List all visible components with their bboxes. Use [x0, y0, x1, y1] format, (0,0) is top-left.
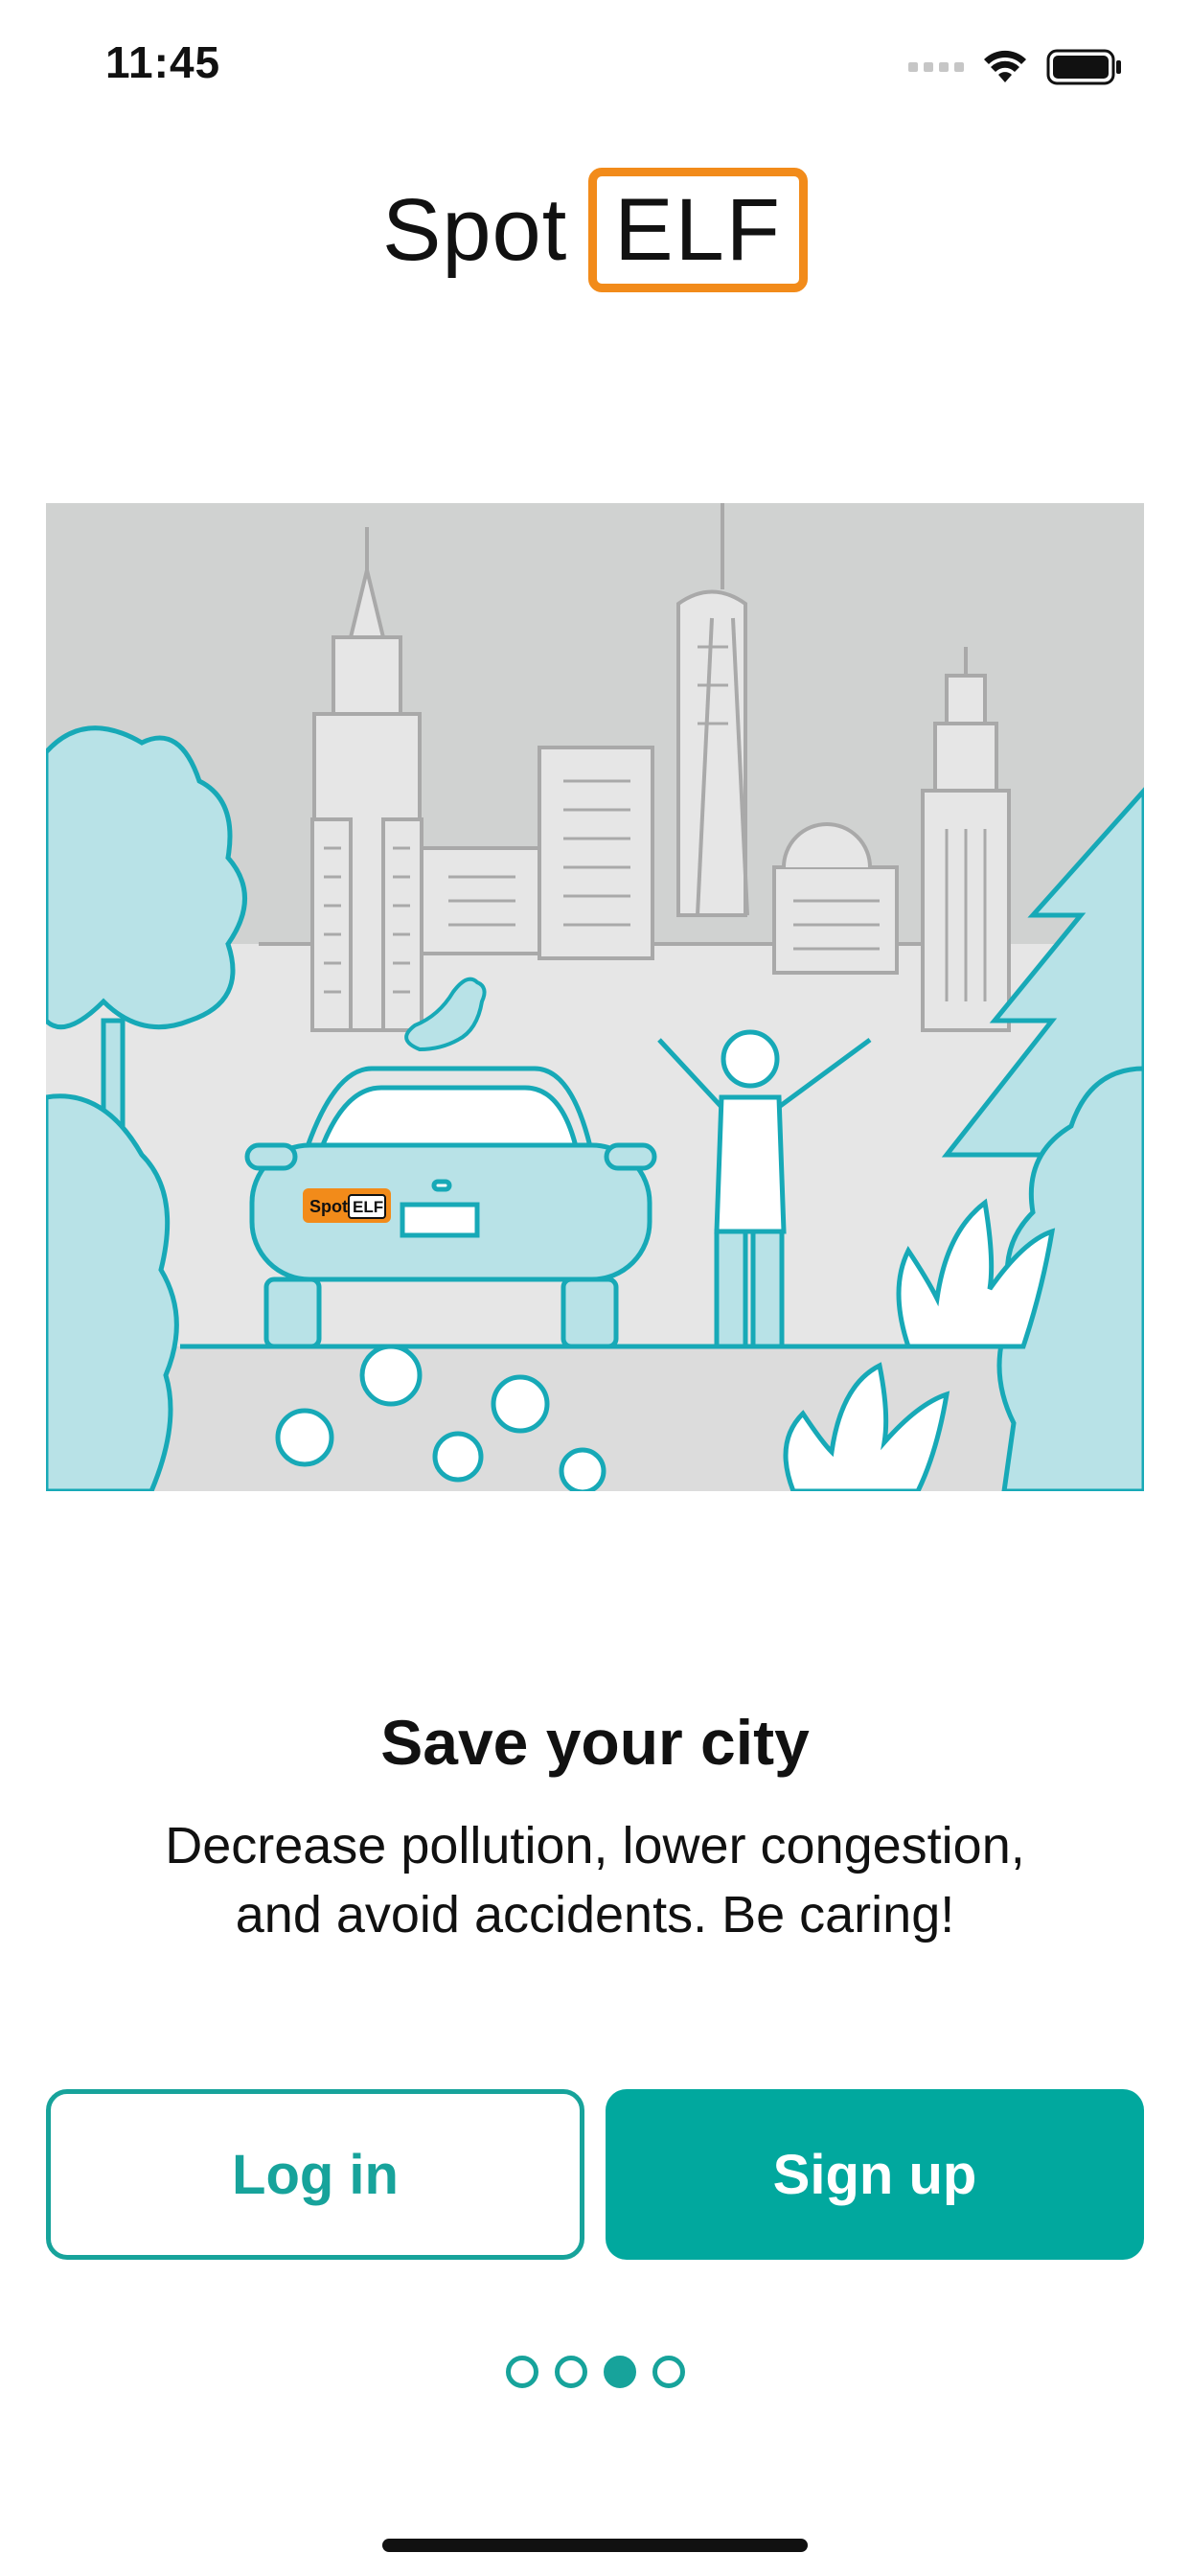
logo-word: Spot — [382, 180, 568, 279]
status-bar: 11:45 — [0, 0, 1190, 134]
status-time: 11:45 — [105, 37, 221, 87]
app-logo: Spot ELF — [0, 163, 1190, 297]
page-dot-1[interactable] — [505, 2356, 538, 2388]
cellular-signal-icon — [908, 62, 964, 72]
status-icons — [908, 38, 1123, 96]
battery-icon — [1046, 49, 1121, 85]
page-indicator — [0, 2356, 1190, 2388]
city-illustration: Spot ELF — [46, 503, 1144, 1491]
login-button[interactable]: Log in — [46, 2089, 584, 2260]
onboarding-title: Save your city — [380, 1707, 810, 1778]
signup-button[interactable]: Sign up — [606, 2089, 1144, 2260]
page-dot-3[interactable] — [603, 2356, 636, 2388]
svg-text:Spot: Spot — [309, 1197, 348, 1216]
onboarding-description: Decrease pollution, lower congestion, an… — [165, 1817, 1025, 1944]
svg-text:ELF: ELF — [353, 1198, 383, 1216]
page-dot-2[interactable] — [554, 2356, 587, 2388]
wifi-icon — [984, 50, 1026, 82]
car-sticker: Spot ELF — [303, 1188, 391, 1223]
home-indicator[interactable] — [382, 2539, 808, 2552]
logo-boxed-word: ELF — [588, 168, 808, 292]
page-dot-4[interactable] — [652, 2356, 685, 2388]
